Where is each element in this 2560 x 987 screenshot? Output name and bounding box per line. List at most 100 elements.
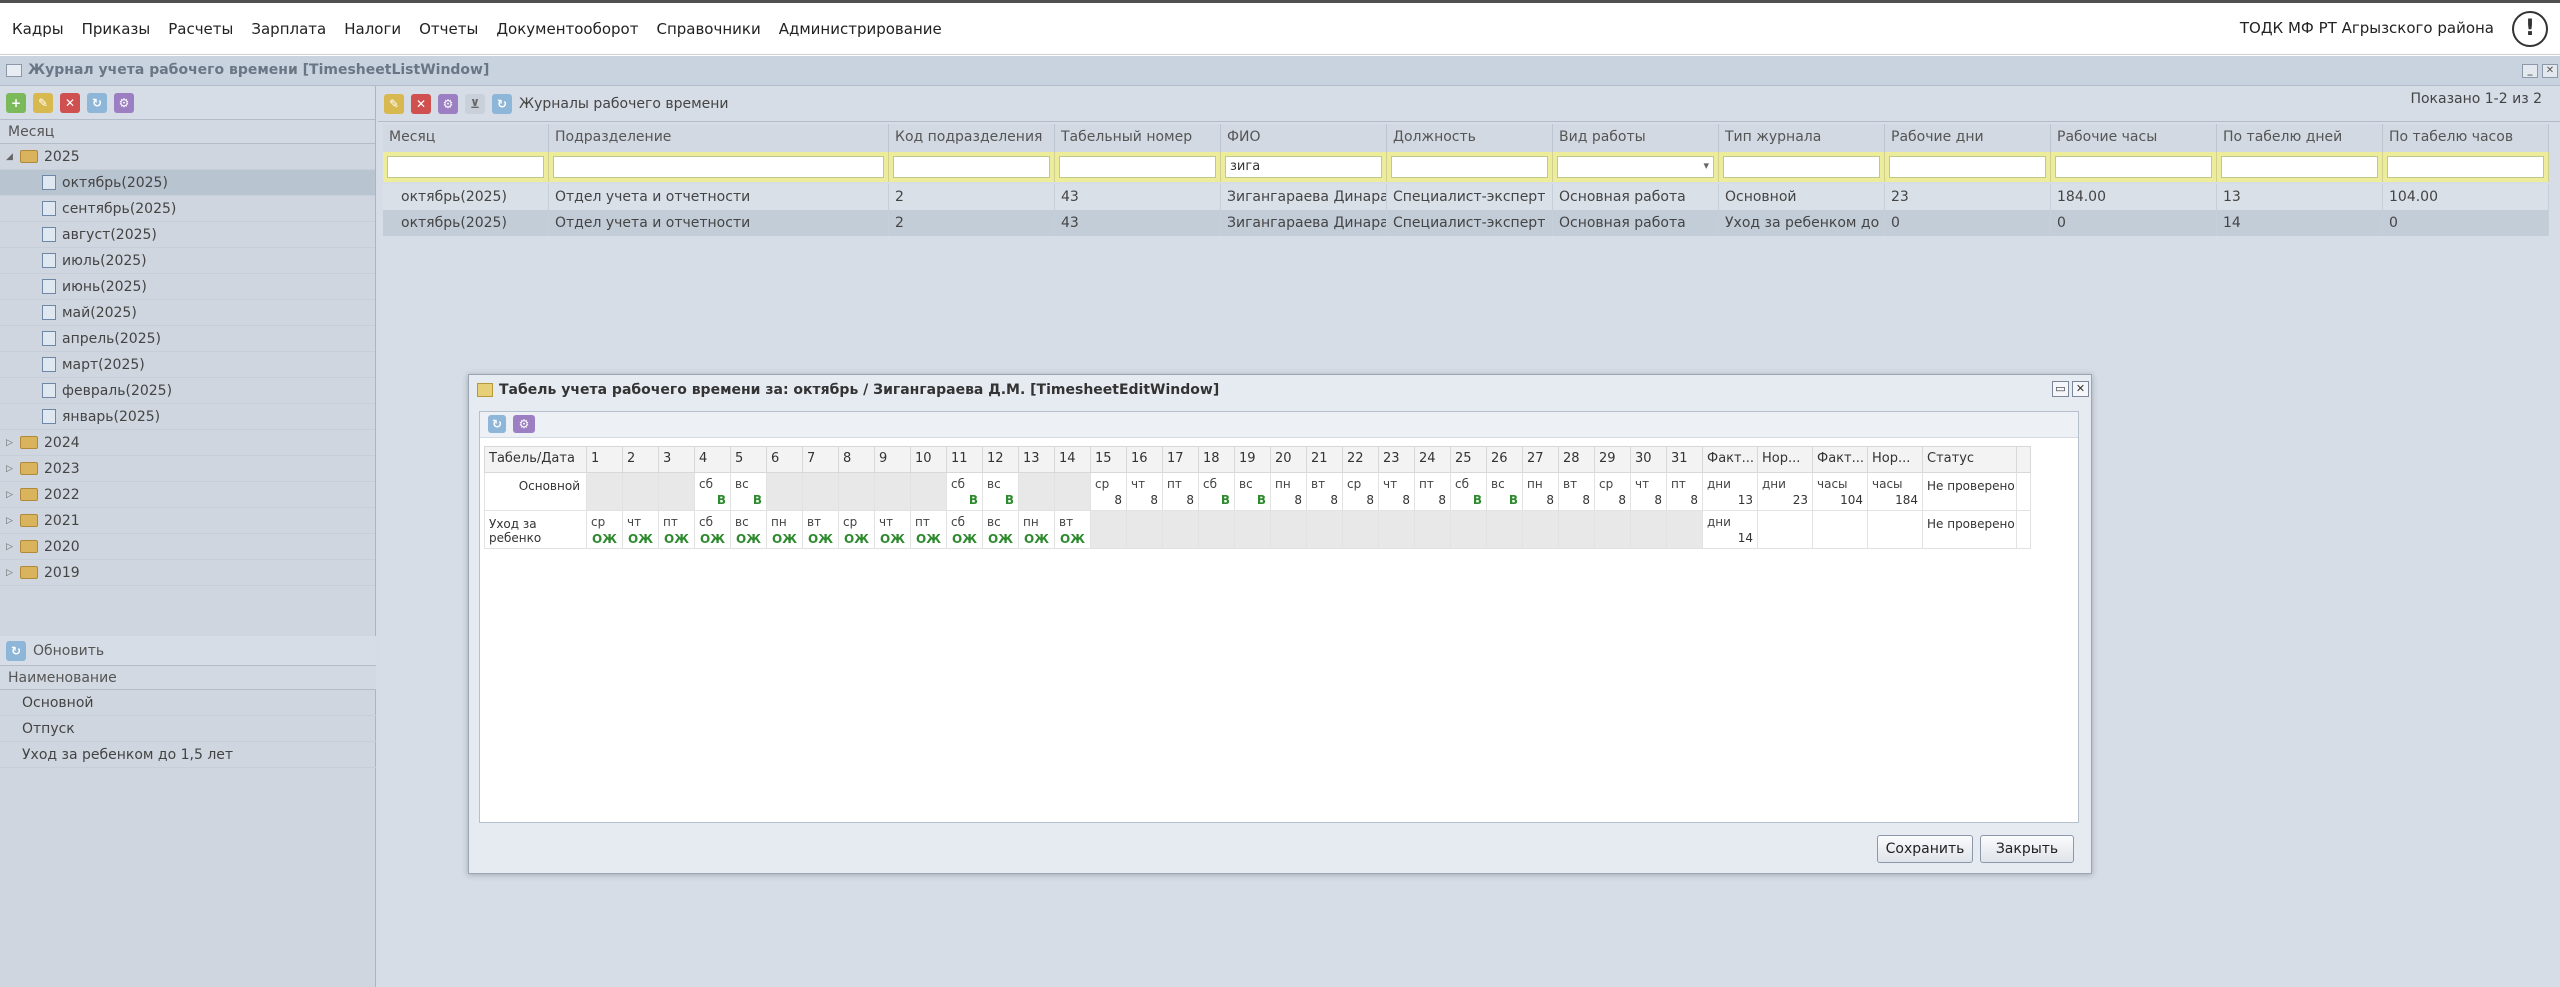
tree-year-item[interactable]: ▷ 2021	[0, 508, 375, 534]
column-header[interactable]: Вид работы	[1553, 124, 1719, 152]
day-cell[interactable]: вт 8	[1558, 472, 1595, 511]
tree-year-item[interactable]: ◢ 2025	[0, 144, 375, 170]
filter-input[interactable]	[1391, 156, 1548, 178]
column-header[interactable]: Подразделение	[549, 124, 889, 152]
expand-closed-icon[interactable]: ▷	[6, 542, 16, 552]
table-row[interactable]: октябрь(2025) Отдел учета и отчетности 2 43…	[383, 184, 2549, 210]
menu-item[interactable]: Зарплата	[243, 20, 334, 38]
day-cell[interactable]: пн ОЖ	[1018, 510, 1055, 549]
refresh-icon[interactable]: ↻	[6, 640, 26, 661]
table-row[interactable]: октябрь(2025) Отдел учета и отчетности 2 43…	[383, 210, 2549, 236]
day-cell[interactable]: ср 8	[1090, 472, 1127, 511]
day-cell[interactable]: ср 8	[1594, 472, 1631, 511]
delete-icon[interactable]: ✕	[60, 92, 80, 113]
day-cell[interactable]: сб В	[694, 472, 731, 511]
menu-item[interactable]: Расчеты	[160, 20, 241, 38]
column-header[interactable]: По табелю часов	[2383, 124, 2549, 152]
settings-menu-icon[interactable]: ⚙	[114, 92, 134, 113]
close-button[interactable]: Закрыть	[1980, 835, 2074, 863]
refresh-button[interactable]: Обновить	[33, 643, 104, 659]
day-cell[interactable]: ср ОЖ	[838, 510, 875, 549]
tree-month-item[interactable]: октябрь(2025)	[0, 170, 375, 196]
day-cell[interactable]: вт ОЖ	[802, 510, 839, 549]
menu-item[interactable]: Кадры	[4, 20, 72, 38]
day-cell[interactable]: пн 8	[1522, 472, 1559, 511]
column-header[interactable]: Табельный номер	[1055, 124, 1221, 152]
edit-icon[interactable]: ✎	[384, 93, 404, 114]
menu-item[interactable]: Администрирование	[771, 20, 950, 38]
tree-month-item[interactable]: сентябрь(2025)	[0, 196, 375, 222]
maximize-icon[interactable]: ▭	[2052, 381, 2069, 397]
column-header[interactable]: ФИО	[1221, 124, 1387, 152]
menu-item[interactable]: Документооборот	[488, 20, 646, 38]
clear-filter-icon[interactable]: ⊻	[465, 93, 485, 114]
tree-year-item[interactable]: ▷ 2022	[0, 482, 375, 508]
refresh-icon[interactable]: ↻	[492, 93, 512, 114]
day-cell[interactable]: вс ОЖ	[982, 510, 1019, 549]
tree-year-item[interactable]: ▷ 2020	[0, 534, 375, 560]
tree-month-item[interactable]: январь(2025)	[0, 404, 375, 430]
day-cell[interactable]: пн ОЖ	[766, 510, 803, 549]
edit-icon[interactable]: ✎	[33, 92, 53, 113]
minimize-icon[interactable]: _	[2522, 64, 2538, 78]
journal-type-item[interactable]: Основной	[0, 690, 376, 716]
day-cell[interactable]: вт 8	[1306, 472, 1343, 511]
column-header[interactable]: Месяц	[383, 124, 549, 152]
day-cell[interactable]: ср ОЖ	[586, 510, 623, 549]
tree-month-item[interactable]: март(2025)	[0, 352, 375, 378]
expand-closed-icon[interactable]: ▷	[6, 568, 16, 578]
tree-month-item[interactable]: апрель(2025)	[0, 326, 375, 352]
column-header[interactable]: Тип журнала	[1719, 124, 1885, 152]
filter-input[interactable]	[2387, 156, 2544, 178]
expand-closed-icon[interactable]: ▷	[6, 464, 16, 474]
day-cell[interactable]: пт ОЖ	[658, 510, 695, 549]
refresh-icon[interactable]: ↻	[488, 415, 506, 433]
day-cell[interactable]: сб В	[1450, 472, 1487, 511]
tree-month-item[interactable]: май(2025)	[0, 300, 375, 326]
tree-year-item[interactable]: ▷ 2019	[0, 560, 375, 586]
tree-month-item[interactable]: август(2025)	[0, 222, 375, 248]
day-cell[interactable]: чт 8	[1630, 472, 1667, 511]
day-cell[interactable]: пн 8	[1270, 472, 1307, 511]
journal-type-item[interactable]: Уход за ребенком до 1,5 лет	[0, 742, 376, 768]
day-cell[interactable]: сб ОЖ	[694, 510, 731, 549]
refresh-icon[interactable]: ↻	[87, 92, 107, 113]
expand-closed-icon[interactable]: ▷	[6, 490, 16, 500]
journal-type-item[interactable]: Отпуск	[0, 716, 376, 742]
day-cell[interactable]: чт ОЖ	[622, 510, 659, 549]
settings-menu-icon[interactable]: ⚙	[438, 93, 458, 114]
menu-item[interactable]: Приказы	[74, 20, 159, 38]
alert-icon[interactable]: !	[2512, 11, 2548, 47]
filter-input[interactable]	[387, 156, 544, 178]
filter-input[interactable]	[893, 156, 1050, 178]
day-cell[interactable]: вс В	[730, 472, 767, 511]
day-cell[interactable]: чт 8	[1126, 472, 1163, 511]
close-icon[interactable]: ✕	[2072, 381, 2089, 397]
day-cell[interactable]: пт 8	[1162, 472, 1199, 511]
column-header[interactable]: Код подразделения	[889, 124, 1055, 152]
close-icon[interactable]: ✕	[2542, 64, 2558, 78]
column-header[interactable]: Рабочие дни	[1885, 124, 2051, 152]
add-icon[interactable]: +	[6, 92, 26, 113]
column-header[interactable]: Рабочие часы	[2051, 124, 2217, 152]
day-cell[interactable]: пт 8	[1414, 472, 1451, 511]
filter-input[interactable]	[1059, 156, 1216, 178]
menu-item[interactable]: Справочники	[648, 20, 768, 38]
tree-year-item[interactable]: ▷ 2023	[0, 456, 375, 482]
day-cell[interactable]: пт 8	[1666, 472, 1703, 511]
column-header[interactable]: Должность	[1387, 124, 1553, 152]
work-type-filter-select[interactable]: ▾	[1557, 156, 1714, 178]
tree-month-item[interactable]: февраль(2025)	[0, 378, 375, 404]
day-cell[interactable]: вс В	[1234, 472, 1271, 511]
chevron-down-icon[interactable]: ▾	[1703, 159, 1709, 172]
expand-closed-icon[interactable]: ▷	[6, 438, 16, 448]
day-cell[interactable]: чт 8	[1378, 472, 1415, 511]
day-cell[interactable]: пт ОЖ	[910, 510, 947, 549]
tree-month-item[interactable]: июль(2025)	[0, 248, 375, 274]
delete-icon[interactable]: ✕	[411, 93, 431, 114]
column-header[interactable]: По табелю дней	[2217, 124, 2383, 152]
day-cell[interactable]: сб ОЖ	[946, 510, 983, 549]
expand-open-icon[interactable]: ◢	[6, 152, 16, 162]
day-cell[interactable]: вт ОЖ	[1054, 510, 1091, 549]
day-cell[interactable]: вс ОЖ	[730, 510, 767, 549]
